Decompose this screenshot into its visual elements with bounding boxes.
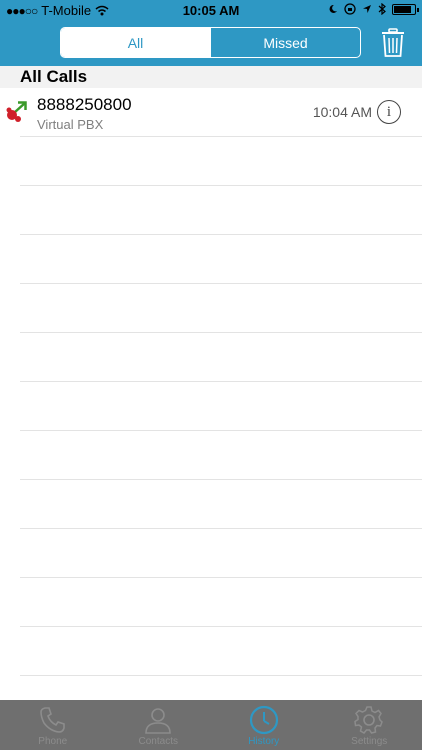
tab-label: History (248, 736, 280, 747)
status-right (328, 3, 419, 15)
empty-row (20, 235, 422, 284)
rotation-lock-icon (344, 3, 356, 15)
empty-row (20, 382, 422, 431)
tab-history[interactable]: History (211, 700, 317, 750)
empty-row (20, 578, 422, 627)
tab-label: Settings (351, 736, 388, 747)
empty-row (20, 284, 422, 333)
empty-row (20, 186, 422, 235)
gear-icon (354, 706, 384, 734)
outgoing-call-icon (6, 101, 27, 122)
moon-icon (329, 4, 337, 13)
bluetooth-icon (378, 3, 386, 15)
empty-row (20, 627, 422, 676)
call-source: Virtual PBX (37, 117, 104, 132)
call-time: 10:04 AM (312, 104, 372, 120)
contacts-icon (145, 708, 172, 734)
tab-settings[interactable]: Settings (317, 700, 422, 750)
battery-fill (394, 5, 411, 13)
call-filter-segmented-control: All Missed (60, 27, 361, 58)
empty-row (20, 431, 422, 480)
header-bar: ●●●○○ T-Mobile 10:05 AM All Missed (0, 0, 422, 66)
empty-row (20, 137, 422, 186)
tab-bar: Phone Contacts History Settings (0, 700, 422, 750)
empty-row (20, 529, 422, 578)
empty-row (20, 480, 422, 529)
empty-row (20, 333, 422, 382)
battery-icon (392, 3, 419, 15)
tab-contacts[interactable]: Contacts (106, 700, 212, 750)
tab-phone[interactable]: Phone (0, 700, 106, 750)
call-number: 8888250800 (37, 95, 132, 114)
trash-icon[interactable] (380, 28, 406, 58)
tab-label: Phone (38, 736, 68, 747)
call-row[interactable]: 8888250800 Virtual PBX 10:04 AM i (0, 88, 422, 137)
segment-missed[interactable]: Missed (210, 28, 360, 57)
phone-icon (39, 707, 65, 733)
location-icon (363, 5, 371, 13)
section-title: All Calls (0, 66, 422, 88)
status-bar: ●●●○○ T-Mobile 10:05 AM (0, 0, 422, 22)
clock-icon (249, 705, 278, 735)
info-button[interactable]: i (377, 100, 401, 124)
call-list: 8888250800 Virtual PBX 10:04 AM i (0, 88, 422, 700)
segment-all[interactable]: All (61, 28, 210, 57)
info-icon: i (386, 103, 392, 120)
tab-label: Contacts (138, 736, 178, 747)
